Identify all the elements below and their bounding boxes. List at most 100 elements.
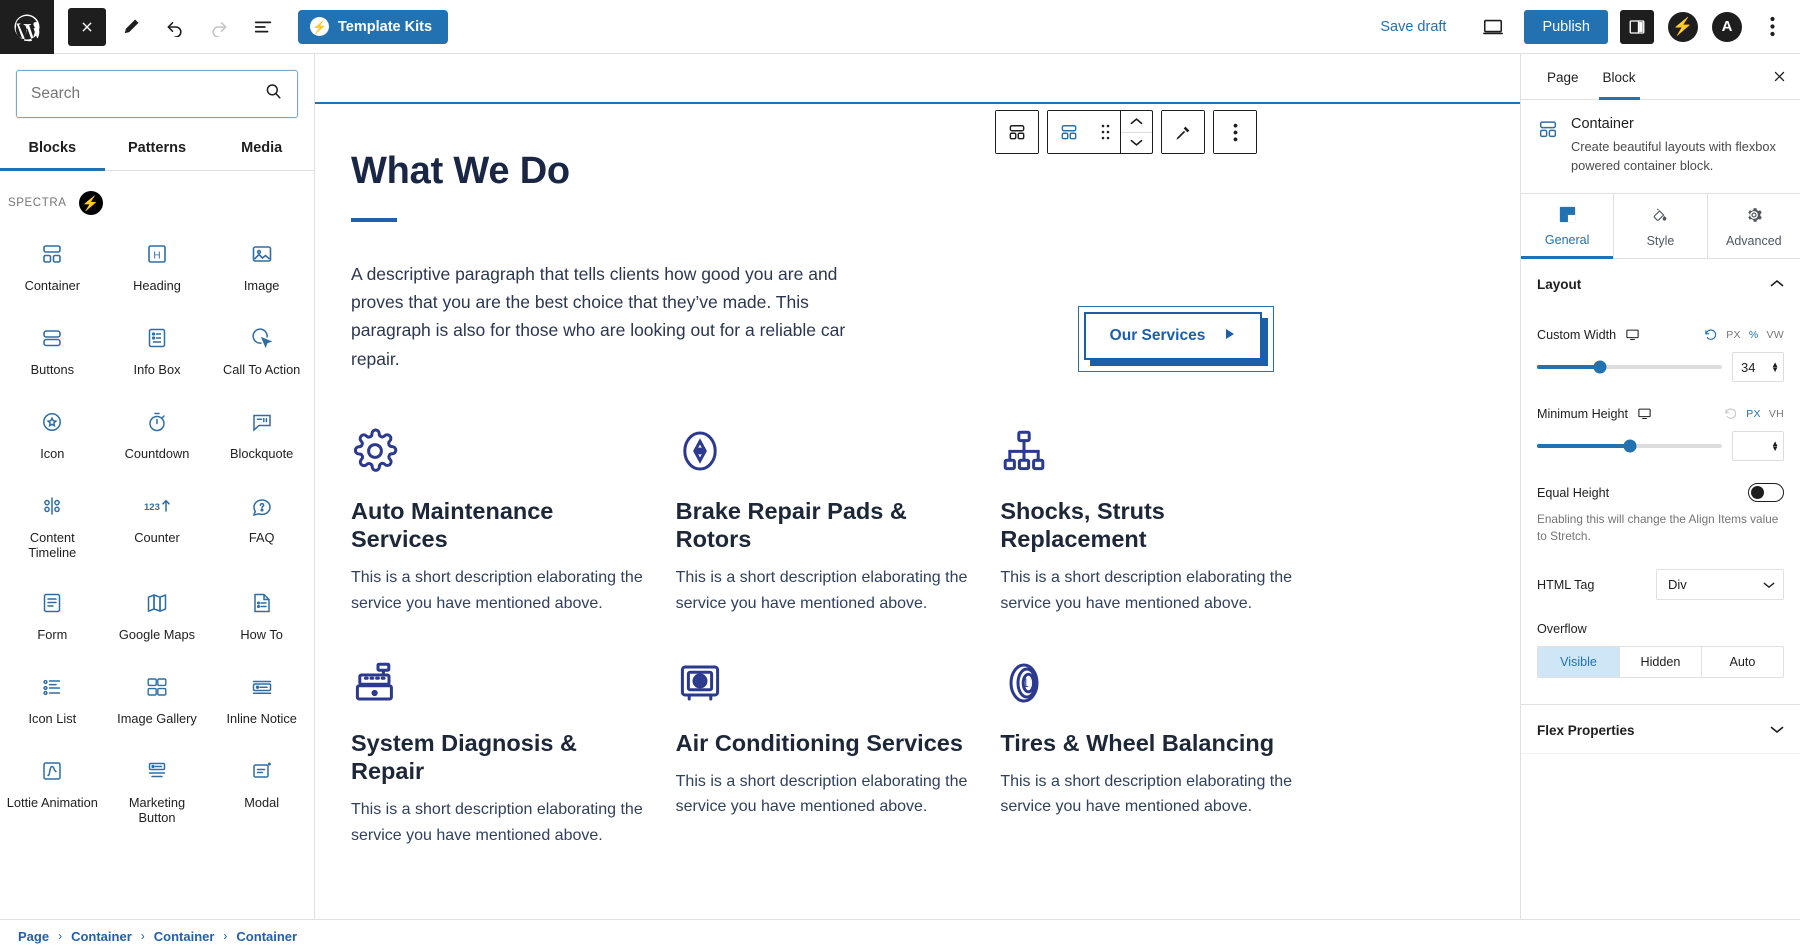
close-settings-icon[interactable] bbox=[1758, 56, 1800, 98]
spectra-menu-icon[interactable]: ⚡ bbox=[1668, 11, 1698, 42]
undo-button[interactable] bbox=[156, 8, 194, 46]
block-type-container-button[interactable] bbox=[1048, 111, 1090, 153]
astra-menu-icon[interactable]: A bbox=[1712, 11, 1742, 42]
service-card[interactable]: 1 Tires & Wheel Balancing This is a shor… bbox=[1000, 655, 1299, 849]
tab-media[interactable]: Media bbox=[209, 128, 314, 170]
reset-icon[interactable] bbox=[1704, 328, 1718, 342]
service-description[interactable]: This is a short description elaborating … bbox=[676, 565, 975, 616]
preview-desktop-icon[interactable] bbox=[1474, 8, 1512, 46]
block-item-info-box[interactable]: Info Box bbox=[105, 311, 210, 395]
block-item-image-gallery[interactable]: Image Gallery bbox=[105, 660, 210, 744]
tab-style[interactable]: Style bbox=[1613, 194, 1706, 259]
block-options-kebab-icon[interactable] bbox=[1214, 111, 1256, 153]
block-item-blockquote[interactable]: Blockquote bbox=[209, 395, 314, 479]
template-kits-button[interactable]: ⚡ Template Kits bbox=[298, 9, 449, 44]
equal-height-toggle[interactable] bbox=[1748, 483, 1784, 503]
service-title[interactable]: Shocks, Struts Replacement bbox=[1000, 497, 1299, 553]
tab-page[interactable]: Page bbox=[1535, 54, 1591, 99]
block-item-inline-notice[interactable]: Inline Notice bbox=[209, 660, 314, 744]
layout-panel-header[interactable]: Layout bbox=[1521, 259, 1800, 307]
service-title[interactable]: Air Conditioning Services bbox=[676, 729, 975, 757]
block-item-counter[interactable]: 123 Counter bbox=[105, 479, 210, 576]
stepper-icon[interactable]: ▲ ▼ bbox=[1771, 439, 1779, 452]
block-item-image[interactable]: Image bbox=[209, 227, 314, 311]
minimum-height-slider[interactable] bbox=[1537, 439, 1722, 453]
desktop-icon[interactable] bbox=[1625, 327, 1640, 342]
service-description[interactable]: This is a short description elaborating … bbox=[351, 797, 650, 848]
select-parent-container-button[interactable] bbox=[996, 111, 1038, 153]
html-tag-select[interactable]: Div bbox=[1656, 569, 1784, 601]
edit-tool-button[interactable] bbox=[112, 8, 150, 46]
block-item-heading[interactable]: H Heading bbox=[105, 227, 210, 311]
tab-blocks[interactable]: Blocks bbox=[0, 128, 105, 171]
service-title[interactable]: Auto Maintenance Services bbox=[351, 497, 650, 553]
block-item-google-maps[interactable]: Google Maps bbox=[105, 576, 210, 660]
block-item-how-to[interactable]: How To bbox=[209, 576, 314, 660]
flex-properties-panel-header[interactable]: Flex Properties bbox=[1521, 704, 1800, 755]
service-card[interactable]: Brake Repair Pads & Rotors This is a sho… bbox=[676, 423, 975, 617]
save-draft-button[interactable]: Save draft bbox=[1380, 19, 1446, 35]
breadcrumb-item-page[interactable]: Page bbox=[18, 929, 49, 944]
block-item-faq[interactable]: FAQ bbox=[209, 479, 314, 576]
service-card[interactable]: Air Conditioning Services This is a shor… bbox=[676, 655, 975, 849]
tab-block[interactable]: Block bbox=[1591, 54, 1648, 100]
unit-vh[interactable]: VH bbox=[1769, 408, 1784, 420]
search-box[interactable] bbox=[16, 70, 298, 118]
block-item-lottie-animation[interactable]: Lottie Animation bbox=[0, 744, 105, 841]
block-item-container[interactable]: Container bbox=[0, 227, 105, 311]
search-input[interactable] bbox=[31, 85, 264, 103]
move-down-button[interactable] bbox=[1121, 133, 1152, 154]
service-description[interactable]: This is a short description elaborating … bbox=[1000, 565, 1299, 616]
move-up-button[interactable] bbox=[1121, 111, 1152, 133]
block-item-content-timeline[interactable]: Content Timeline bbox=[0, 479, 105, 576]
stepper-icon[interactable]: ▲ ▼ bbox=[1771, 360, 1779, 373]
overflow-hidden-button[interactable]: Hidden bbox=[1619, 647, 1701, 678]
block-item-countdown[interactable]: Countdown bbox=[105, 395, 210, 479]
inserter-scroll-area[interactable]: SPECTRA ⚡ Container H Heading Image Butt… bbox=[0, 171, 314, 919]
breadcrumb-item-container-3[interactable]: Container bbox=[236, 929, 297, 944]
settings-sidebar-toggle[interactable] bbox=[1620, 9, 1654, 44]
block-item-form[interactable]: Form bbox=[0, 576, 105, 660]
unit-px[interactable]: PX bbox=[1746, 408, 1761, 420]
service-description[interactable]: This is a short description elaborating … bbox=[351, 565, 650, 616]
custom-width-slider[interactable] bbox=[1537, 360, 1722, 374]
block-item-icon[interactable]: Icon bbox=[0, 395, 105, 479]
service-title[interactable]: Tires & Wheel Balancing bbox=[1000, 729, 1299, 757]
service-card[interactable]: Auto Maintenance Services This is a shor… bbox=[351, 423, 650, 617]
list-view-button[interactable] bbox=[244, 8, 282, 46]
overflow-auto-button[interactable]: Auto bbox=[1701, 647, 1783, 678]
reset-icon[interactable] bbox=[1724, 407, 1738, 421]
breadcrumb-item-container-1[interactable]: Container bbox=[71, 929, 132, 944]
editor-options-kebab-icon[interactable] bbox=[1754, 9, 1790, 45]
overflow-visible-button[interactable]: Visible bbox=[1538, 647, 1619, 678]
our-services-button[interactable]: Our Services bbox=[1084, 312, 1262, 360]
unit-percent[interactable]: % bbox=[1749, 329, 1759, 341]
tab-advanced[interactable]: Advanced bbox=[1706, 194, 1800, 259]
block-item-call-to-action[interactable]: Call To Action bbox=[209, 311, 314, 395]
drag-handle-icon[interactable] bbox=[1090, 111, 1120, 153]
block-item-marketing-button[interactable]: Marketing Button bbox=[105, 744, 210, 841]
block-styles-button[interactable] bbox=[1162, 111, 1204, 153]
block-item-modal[interactable]: Modal bbox=[209, 744, 314, 841]
tab-general[interactable]: General bbox=[1521, 194, 1614, 260]
block-item-buttons[interactable]: Buttons bbox=[0, 311, 105, 395]
custom-width-numberbox[interactable]: 34 ▲ ▼ bbox=[1732, 352, 1784, 383]
minimum-height-numberbox[interactable]: ▲ ▼ bbox=[1732, 431, 1784, 462]
block-item-icon-list[interactable]: Icon List bbox=[0, 660, 105, 744]
service-description[interactable]: This is a short description elaborating … bbox=[1000, 769, 1299, 820]
intro-paragraph[interactable]: A descriptive paragraph that tells clien… bbox=[351, 260, 851, 373]
tab-patterns[interactable]: Patterns bbox=[105, 128, 210, 170]
service-card[interactable]: System Diagnosis & Repair This is a shor… bbox=[351, 655, 650, 849]
publish-button[interactable]: Publish bbox=[1524, 9, 1608, 44]
service-title[interactable]: Brake Repair Pads & Rotors bbox=[676, 497, 975, 553]
service-description[interactable]: This is a short description elaborating … bbox=[676, 769, 975, 820]
unit-px[interactable]: PX bbox=[1726, 329, 1741, 341]
unit-vw[interactable]: VW bbox=[1766, 329, 1784, 341]
service-title[interactable]: System Diagnosis & Repair bbox=[351, 729, 650, 785]
service-card[interactable]: Shocks, Struts Replacement This is a sho… bbox=[1000, 423, 1299, 617]
close-editor-button[interactable] bbox=[68, 7, 106, 46]
desktop-icon[interactable] bbox=[1637, 406, 1652, 421]
wordpress-logo-icon[interactable] bbox=[0, 0, 54, 54]
page-title[interactable]: What We Do bbox=[351, 150, 1299, 194]
breadcrumb-item-container-2[interactable]: Container bbox=[154, 929, 215, 944]
